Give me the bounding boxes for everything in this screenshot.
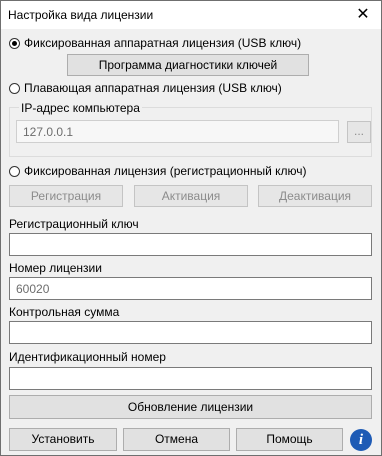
browse-button[interactable]: ... — [347, 121, 371, 143]
radio-usb-floating[interactable]: Плавающая аппаратная лицензия (USB ключ) — [9, 80, 282, 96]
license-number-field[interactable]: 60020 — [9, 277, 372, 300]
install-button[interactable]: Установить — [9, 428, 117, 451]
cancel-button[interactable]: Отмена — [123, 428, 230, 451]
id-number-field[interactable] — [9, 367, 372, 390]
ip-address-group-label: IP-адрес компьютера — [19, 101, 142, 115]
key-diagnostics-button[interactable]: Программа диагностики ключей — [67, 54, 309, 76]
radio-button[interactable] — [9, 165, 20, 177]
radio-usb-fixed[interactable]: Фиксированная аппаратная лицензия (USB к… — [9, 35, 301, 51]
window-title: Настройка вида лицензии — [8, 8, 154, 22]
ip-address-field[interactable]: 127.0.0.1 — [16, 120, 339, 143]
radio-fixed-registration-label: Фиксированная лицензия (регистрационный … — [24, 164, 307, 178]
register-button[interactable]: Регистрация — [9, 185, 123, 207]
help-button[interactable]: Помощь — [236, 428, 343, 451]
checksum-label: Контрольная сумма — [9, 305, 120, 319]
info-icon[interactable]: i — [350, 429, 372, 451]
activate-button[interactable]: Активация — [134, 185, 248, 207]
checksum-field[interactable] — [9, 321, 372, 344]
deactivate-button[interactable]: Деактивация — [258, 185, 372, 207]
reg-key-field[interactable] — [9, 233, 372, 256]
id-number-label: Идентификационный номер — [9, 350, 166, 364]
radio-fixed-registration[interactable]: Фиксированная лицензия (регистрационный … — [9, 163, 307, 179]
radio-usb-floating-label: Плавающая аппаратная лицензия (USB ключ) — [24, 81, 282, 95]
close-icon[interactable]: ✕ — [353, 5, 373, 25]
license-number-label: Номер лицензии — [9, 261, 102, 275]
radio-button[interactable] — [9, 82, 20, 94]
license-type-dialog: Настройка вида лицензии ✕ Фиксированная … — [0, 0, 382, 456]
reg-key-label: Регистрационный ключ — [9, 217, 139, 231]
update-license-button[interactable]: Обновление лицензии — [9, 395, 372, 419]
radio-button-checked[interactable] — [9, 37, 20, 49]
radio-usb-fixed-label: Фиксированная аппаратная лицензия (USB к… — [24, 36, 302, 50]
title-bar: Настройка вида лицензии ✕ — [1, 1, 381, 29]
